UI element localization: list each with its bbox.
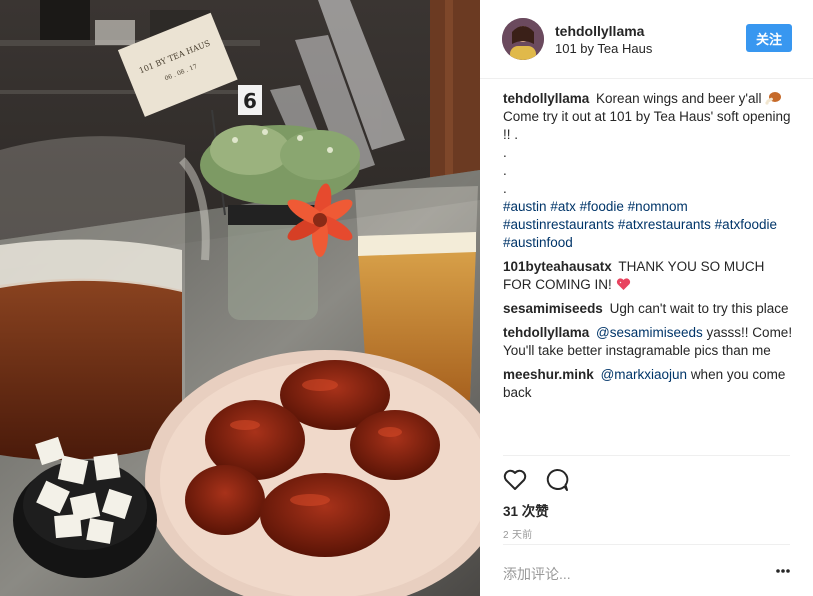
comments-list: tehdollyllama Korean wings and beer y'al…	[503, 90, 795, 408]
sparkling-heart-icon	[616, 278, 630, 290]
caption-username[interactable]: tehdollyllama	[503, 91, 589, 106]
hashtag-link[interactable]: #foodie	[580, 199, 624, 214]
actions-divider	[503, 455, 790, 456]
comment-text: Ugh can't wait to try this place	[609, 301, 789, 316]
hashtag-link[interactable]: #atxrestaurants	[618, 217, 711, 232]
hashtag-link[interactable]: #atxfoodie	[715, 217, 777, 232]
caption-dot: .	[503, 163, 507, 178]
comment-item: 101byteahausatx THANK YOU SO MUCH FOR CO…	[503, 258, 795, 294]
caption: tehdollyllama Korean wings and beer y'al…	[503, 90, 795, 252]
follow-button[interactable]: 关注	[746, 24, 792, 52]
add-comment-input[interactable]: 添加评论...	[503, 564, 571, 584]
caption-dot: .	[503, 145, 507, 160]
speech-bubble-icon[interactable]	[544, 467, 570, 493]
mention-link[interactable]: @markxiaojun	[601, 367, 687, 382]
hashtag-link[interactable]: #austinfood	[503, 235, 573, 250]
post-author-username[interactable]: tehdollyllama	[555, 23, 644, 39]
comment-item: sesamimiseeds Ugh can't wait to try this…	[503, 300, 795, 318]
mention-link[interactable]: @sesamimiseeds	[596, 325, 703, 340]
post-header: tehdollyllama 101 by Tea Haus 关注	[502, 16, 792, 64]
header-divider	[480, 78, 813, 79]
comment-divider	[503, 544, 790, 545]
more-dots-icon[interactable]	[775, 566, 791, 576]
like-count[interactable]: 31 次赞	[503, 500, 549, 520]
post-image: 101 BY TEA HAUS 06 . 08 . 17 6	[0, 0, 480, 596]
heart-outline-icon[interactable]	[502, 467, 528, 493]
post-details-panel: tehdollyllama 101 by Tea Haus 关注 tehdoll…	[480, 0, 813, 596]
hashtag-link[interactable]: #atx	[550, 199, 576, 214]
caption-text: Korean wings and beer y'all	[596, 91, 762, 106]
comment-item: meeshur.mink @markxiaojun when you come …	[503, 366, 795, 402]
post-timestamp[interactable]: 2 天前	[503, 526, 533, 541]
post-location[interactable]: 101 by Tea Haus	[555, 41, 652, 56]
hashtag-link[interactable]: #austin	[503, 199, 547, 214]
avatar-image	[502, 18, 544, 60]
comment-username[interactable]: meeshur.mink	[503, 367, 594, 382]
avatar[interactable]	[502, 18, 544, 60]
table-number: 6	[243, 89, 257, 113]
comment-username[interactable]: sesamimiseeds	[503, 301, 603, 316]
comment-username[interactable]: 101byteahausatx	[503, 259, 612, 274]
caption-text-line2: Come try it out at 101 by Tea Haus' soft…	[503, 109, 791, 142]
hashtag-link[interactable]: #nomnom	[628, 199, 688, 214]
comment-item: tehdollyllama @sesamimiseeds yasss!! Com…	[503, 324, 795, 360]
hashtag-link[interactable]: #austinrestaurants	[503, 217, 614, 232]
poultry-leg-icon	[765, 92, 782, 105]
post-photo[interactable]: 101 BY TEA HAUS 06 . 08 . 17 6	[0, 0, 480, 596]
caption-dot: .	[503, 181, 507, 196]
comment-username[interactable]: tehdollyllama	[503, 325, 589, 340]
